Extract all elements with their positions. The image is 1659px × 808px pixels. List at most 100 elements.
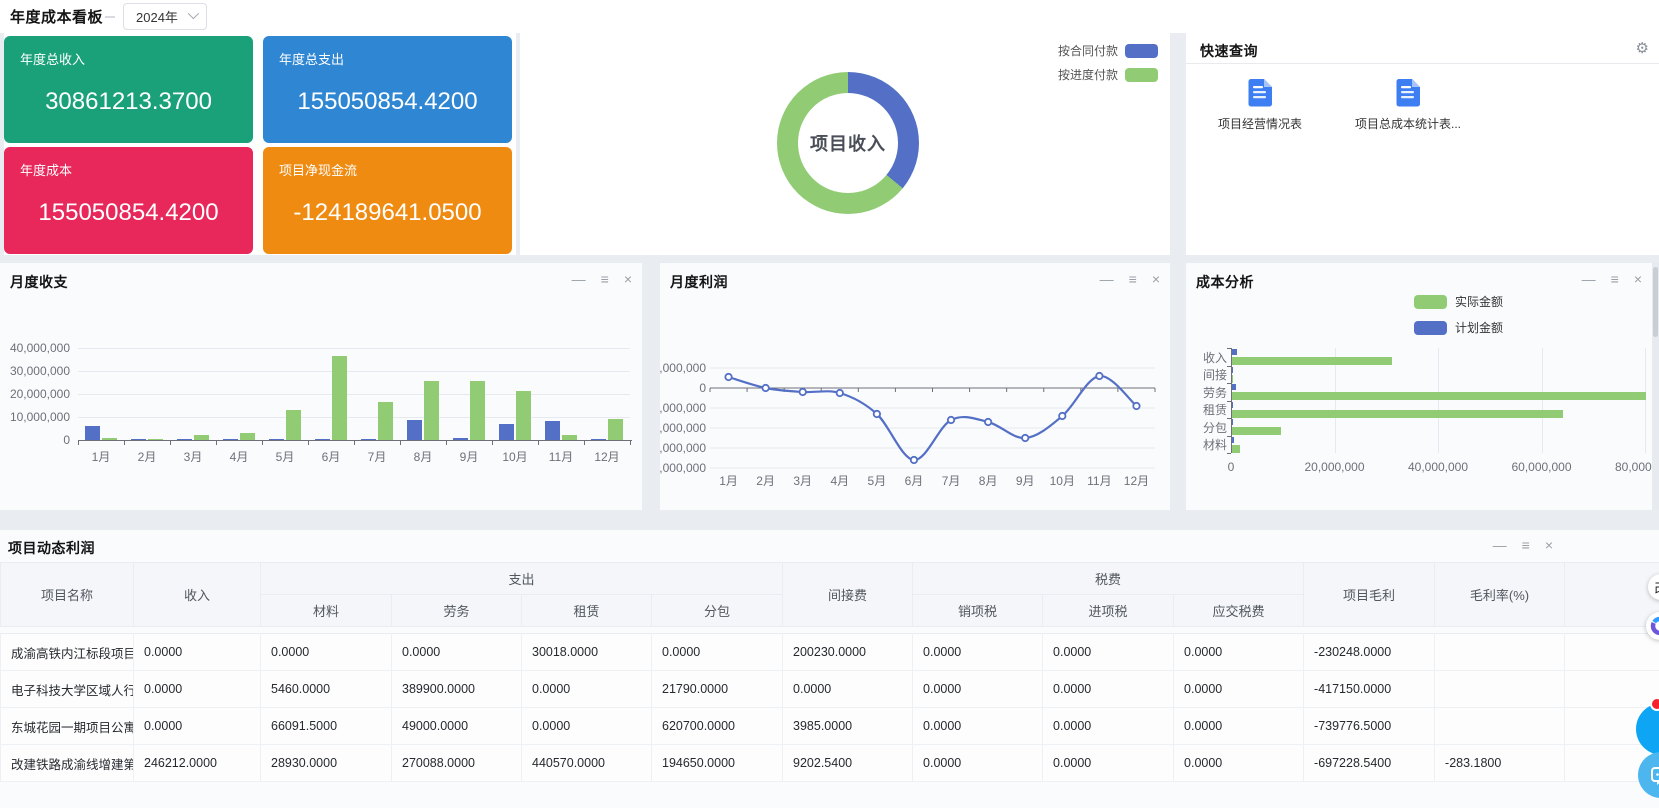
table-cell: 0.0000: [134, 708, 261, 745]
table-cell: 30018.0000: [522, 634, 652, 671]
kpi-card: 项目净现金流 -124189641.0500: [263, 147, 512, 254]
table-cell: [1435, 671, 1565, 708]
y-axis-tick-label: 30,000,000: [0, 364, 70, 378]
svg-text:6月: 6月: [905, 474, 924, 488]
table-cell: 0.0000: [392, 634, 522, 671]
bar: [424, 381, 439, 440]
chart-legend: 实际金额计划金额: [1414, 293, 1503, 336]
bar: [499, 424, 514, 440]
table-cell: -697228.5400: [1304, 745, 1435, 782]
table-cell: 246212.0000: [134, 745, 261, 782]
svg-text:7月: 7月: [942, 474, 961, 488]
quick-query-item-label: 项目总成本统计表...: [1355, 115, 1461, 132]
table-head: 项目名称收入支出间接费税费项目毛利毛利率(%)材料劳务租赁分包销项税进项税应交税…: [1, 563, 1659, 627]
year-select[interactable]: 2024年: [123, 3, 207, 30]
donut-hole: 项目收入: [798, 93, 898, 193]
chat-bubble-icon: [1649, 763, 1659, 787]
cost-analysis-bar-chart: 实际金额计划金额020,000,00040,000,00060,000,0008…: [1186, 263, 1652, 510]
svg-text:1月: 1月: [719, 474, 738, 488]
column-header: 租赁: [522, 595, 652, 627]
bar: [1232, 375, 1233, 383]
table-body: 成渝高铁内江标段项目0.00000.00000.000030018.00000.…: [1, 627, 1659, 782]
column-header: 毛利率(%): [1435, 563, 1565, 627]
table-cell: 电子科技大学区域人行: [1, 671, 134, 708]
quick-query-items: 项目经营情况表 项目总成本统计表...: [1200, 78, 1468, 132]
table-cell: 0.0000: [1174, 745, 1304, 782]
svg-text:11月: 11月: [1087, 474, 1111, 488]
kpi-label: 项目净现金流: [279, 160, 357, 179]
table-cell: 0.0000: [913, 634, 1043, 671]
legend-color-chip: [1414, 321, 1447, 335]
legend-item[interactable]: 实际金额: [1414, 293, 1503, 310]
dashboard: 年度成本看板 2024年 年度总收入30861213.3700年度总支出1550…: [0, 0, 1659, 808]
quick-query-item[interactable]: 项目总成本统计表...: [1348, 78, 1468, 132]
table-cell: 389900.0000: [392, 671, 522, 708]
bar: [223, 439, 238, 440]
table-cell: 0.0000: [913, 745, 1043, 782]
axis-tick: [400, 441, 401, 445]
scrollbar[interactable]: [1652, 263, 1659, 510]
axis-tick: [262, 441, 263, 445]
bar: [1232, 427, 1281, 435]
quick-query-item[interactable]: 项目经营情况表: [1200, 78, 1320, 132]
axis-tick: [1227, 436, 1231, 437]
minimize-icon[interactable]: —: [1493, 538, 1507, 562]
scrollbar-thumb[interactable]: [1653, 267, 1658, 337]
bar: [286, 410, 301, 440]
kpi-value: -124189641.0500: [263, 199, 512, 227]
legend-item[interactable]: 按进度付款: [1058, 66, 1158, 83]
quick-query-title: 快速查询: [1200, 41, 1258, 63]
svg-text:12月: 12月: [1124, 474, 1149, 488]
bar: [148, 439, 163, 440]
title-dash: [105, 16, 115, 18]
y-axis-tick-label: 0: [0, 433, 70, 447]
axis-tick: [538, 441, 539, 445]
bar: [1232, 357, 1392, 365]
table-cell: 49000.0000: [392, 708, 522, 745]
legend-color-chip: [1125, 44, 1158, 58]
table-cell: 194650.0000: [652, 745, 783, 782]
column-header: 劳务: [392, 595, 522, 627]
svg-text:,000,000: ,000,000: [660, 361, 706, 375]
quick-query-header: 快速查询 ⚙: [1186, 33, 1659, 64]
gear-icon[interactable]: ⚙: [1636, 41, 1649, 63]
table-cell: 改建铁路成渝线增建第: [1, 745, 134, 782]
notification-dot: [1650, 697, 1659, 711]
svg-text:10月: 10月: [1050, 474, 1075, 488]
legend-label: 按进度付款: [1058, 66, 1118, 83]
menu-icon[interactable]: ≡: [1522, 538, 1530, 562]
table-row: 成渝高铁内江标段项目0.00000.00000.000030018.00000.…: [1, 634, 1659, 671]
axis-tick: [1227, 383, 1231, 384]
column-header: 收入: [134, 563, 261, 627]
x-axis-tick-label: 20,000,000: [1290, 460, 1380, 474]
kpi-section: 年度总收入30861213.3700年度总支出155050854.4200年度成…: [4, 33, 516, 255]
close-icon[interactable]: ×: [1545, 538, 1553, 562]
table-cell: 0.0000: [261, 634, 392, 671]
kpi-card: 年度总支出155050854.4200: [263, 36, 512, 143]
axis-tick: [308, 441, 309, 445]
column-header: 分包: [652, 595, 783, 627]
table-cell: 28930.0000: [261, 745, 392, 782]
table-cell: 440570.0000: [522, 745, 652, 782]
x-axis-tick-label: 11月: [538, 448, 584, 465]
svg-text:,000,000: ,000,000: [660, 401, 706, 415]
axis-tick: [1227, 401, 1231, 402]
axis-tick: [170, 441, 171, 445]
x-axis-tick-label: 40,000,000: [1393, 460, 1483, 474]
donut-chart: 项目收入: [777, 72, 919, 214]
legend-item[interactable]: 计划金额: [1414, 319, 1503, 336]
window-controls: — ≡ ×: [1493, 538, 1553, 562]
svg-text:,000,000: ,000,000: [660, 441, 706, 455]
x-axis-tick-label: 6月: [308, 448, 354, 465]
monthly-profit-line-chart: ,000,0000,000,000,000,000,000,000,000,00…: [660, 263, 1170, 510]
table-cell: 0.0000: [913, 708, 1043, 745]
project-profit-panel: 项目动态利润 —≡× 项目名称收入支出间接费税费项目毛利毛利率(%)材料劳务租赁…: [0, 530, 1659, 808]
x-axis-tick-label: 8月: [400, 448, 446, 465]
legend-item[interactable]: 按合同付款: [1058, 42, 1158, 59]
bar: [1232, 349, 1237, 355]
column-header: 材料: [261, 595, 392, 627]
bar: [1232, 437, 1234, 443]
kpi-label: 年度总收入: [20, 49, 85, 68]
bar: [1232, 410, 1563, 418]
spacer-cell: [1, 627, 1659, 634]
